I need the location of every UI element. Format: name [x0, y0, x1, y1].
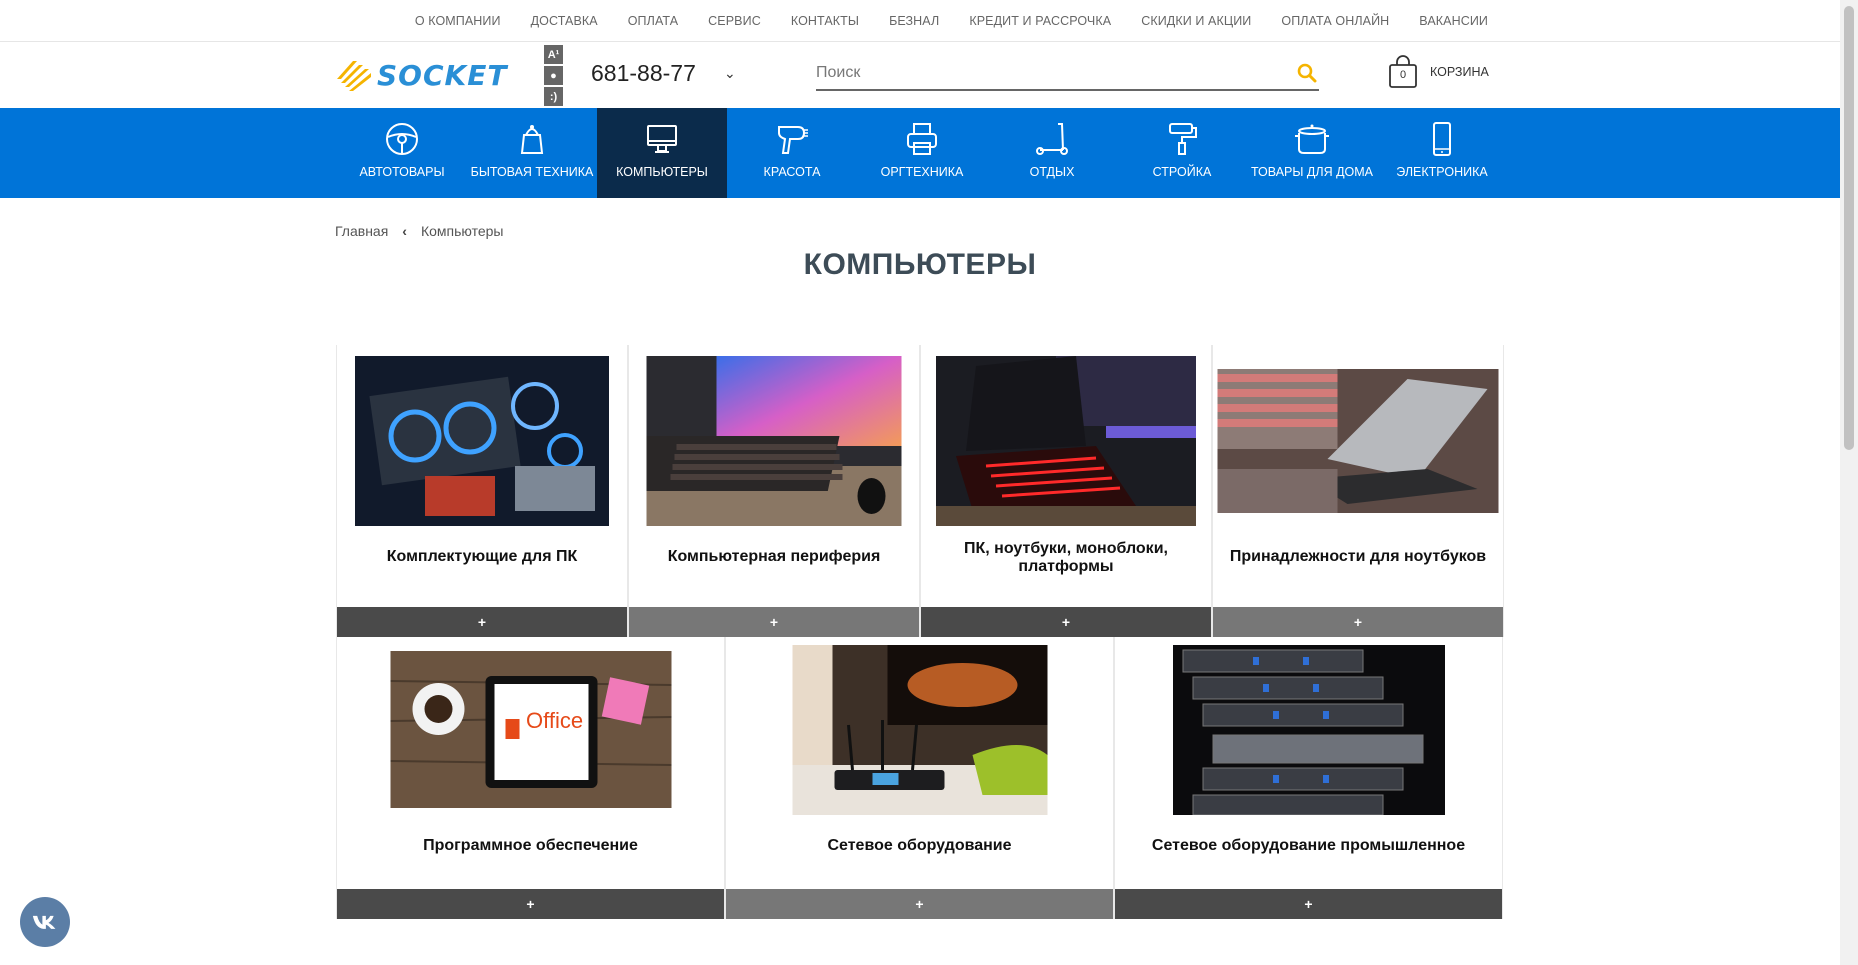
top-link-service[interactable]: СЕРВИС: [708, 14, 761, 28]
top-link-delivery[interactable]: ДОСТАВКА: [531, 14, 598, 28]
nav-label: АВТОТОВАРЫ: [359, 165, 445, 179]
top-links: О КОМПАНИИ ДОСТАВКА ОПЛАТА СЕРВИС КОНТАК…: [415, 14, 1488, 28]
search-input[interactable]: [816, 59, 1276, 87]
socket-logo-icon: [337, 61, 371, 91]
category-image-industrial-network: [1172, 645, 1445, 815]
category-grid-row1: Комплектующие для ПК + Компьютерная пери…: [336, 345, 1504, 637]
scrollbar-thumb[interactable]: [1844, 6, 1854, 450]
category-image-components: [355, 356, 609, 526]
expand-button[interactable]: +: [337, 607, 627, 637]
category-name: ПК, ноутбуки, моноблоки, платформы: [964, 540, 1168, 575]
kettle-icon: [520, 125, 544, 154]
scooter-icon: [1036, 123, 1068, 155]
cart-label: КОРЗИНА: [1430, 65, 1489, 79]
nav-item-appliances[interactable]: БЫТОВАЯ ТЕХНИКА: [467, 108, 597, 198]
page-title: КОМПЬЮТЕРЫ: [803, 248, 1037, 281]
breadcrumb-home[interactable]: Главная: [335, 223, 388, 239]
category-image-peripherals: [646, 356, 902, 526]
nav-label: ЭЛЕКТРОНИКА: [1396, 165, 1488, 179]
printer-icon: [907, 123, 937, 155]
category-card-components[interactable]: Комплектующие для ПК +: [336, 345, 628, 637]
paint-roller-icon: [1169, 123, 1197, 155]
nav-label: ОТДЫХ: [1029, 165, 1075, 179]
search-icon[interactable]: [1297, 63, 1317, 83]
category-name: Компьютерная периферия: [667, 548, 881, 565]
nav-item-home[interactable]: ТОВАРЫ ДЛЯ ДОМА: [1247, 108, 1377, 198]
pot-icon: [1295, 124, 1329, 154]
nav-item-construction[interactable]: СТРОЙКА: [1117, 108, 1247, 198]
logo-text: SOCKET: [377, 58, 508, 92]
office-logo-text: Office: [526, 708, 584, 733]
category-image-notebook-accessories: [1217, 369, 1499, 513]
category-name: Сетевое оборудование: [827, 837, 1012, 854]
cart-icon: 0: [1388, 55, 1418, 89]
operator-a1-icon: A¹: [544, 45, 563, 64]
nav-item-leisure[interactable]: ОТДЫХ: [987, 108, 1117, 198]
top-link-cashless[interactable]: БЕЗНАЛ: [889, 14, 939, 28]
nav-item-beauty[interactable]: КРАСОТА: [727, 108, 857, 198]
top-link-payment[interactable]: ОПЛАТА: [628, 14, 678, 28]
category-image-network: [792, 645, 1047, 815]
category-card-network[interactable]: Сетевое оборудование +: [725, 637, 1114, 919]
category-nav: АВТОТОВАРЫ БЫТОВАЯ ТЕХНИКА КОМПЬЮТЕРЫ КР…: [0, 108, 1840, 198]
category-grid-row2: Office Программное обеспечение + Сетевое…: [336, 637, 1504, 919]
top-link-about[interactable]: О КОМПАНИИ: [415, 14, 501, 28]
expand-button[interactable]: +: [921, 607, 1211, 637]
nav-label: ОРГТЕХНИКА: [880, 165, 964, 179]
top-links-bar: О КОМПАНИИ ДОСТАВКА ОПЛАТА СЕРВИС КОНТАК…: [0, 0, 1840, 42]
cart[interactable]: 0 КОРЗИНА: [1388, 55, 1489, 89]
chevron-down-icon[interactable]: ⌄: [724, 65, 736, 82]
cart-count: 0: [1399, 69, 1407, 81]
category-name: Программное обеспечение: [423, 837, 638, 854]
category-card-peripherals[interactable]: Компьютерная периферия +: [628, 345, 920, 637]
category-name: Комплектующие для ПК: [386, 548, 578, 565]
hair-dryer-icon: [778, 126, 808, 154]
expand-button[interactable]: +: [337, 889, 724, 919]
category-name: Принадлежности для ноутбуков: [1229, 548, 1487, 565]
smartphone-icon: [1433, 122, 1451, 156]
nav-item-computers[interactable]: КОМПЬЮТЕРЫ: [597, 108, 727, 198]
top-link-online-payment[interactable]: ОПЛАТА ОНЛАЙН: [1281, 14, 1389, 28]
operator-smile-icon: :): [544, 87, 563, 106]
top-link-discounts[interactable]: СКИДКИ И АКЦИИ: [1141, 14, 1251, 28]
monitor-icon: [647, 125, 677, 153]
nav-item-auto[interactable]: АВТОТОВАРЫ: [337, 108, 467, 198]
category-card-notebook-accessories[interactable]: Принадлежности для ноутбуков +: [1212, 345, 1504, 637]
nav-item-office[interactable]: ОРГТЕХНИКА: [857, 108, 987, 198]
category-image-pc-laptops: [936, 356, 1196, 526]
page-scrollbar[interactable]: [1840, 0, 1858, 965]
nav-label: КРАСОТА: [763, 165, 821, 179]
category-card-software[interactable]: Office Программное обеспечение +: [336, 637, 725, 919]
top-link-contacts[interactable]: КОНТАКТЫ: [791, 14, 859, 28]
header: SOCKET A¹ ● :) 681-88-77 ⌄ 0 КОРЗИНА: [0, 43, 1840, 107]
expand-button[interactable]: +: [1115, 889, 1502, 919]
vk-social-button[interactable]: [20, 897, 70, 947]
search-box: [816, 59, 1319, 91]
nav-label: КОМПЬЮТЕРЫ: [616, 165, 708, 179]
steering-wheel-icon: [386, 123, 418, 155]
category-image-software: Office: [390, 651, 671, 808]
category-card-pc-laptops[interactable]: ПК, ноутбуки, моноблоки, платформы +: [920, 345, 1212, 637]
top-link-credit[interactable]: КРЕДИТ И РАССРОЧКА: [969, 14, 1111, 28]
nav-label: СТРОЙКА: [1152, 165, 1212, 179]
breadcrumb-current: Компьютеры: [420, 223, 504, 239]
breadcrumb: Главная ‹ Компьютеры: [335, 223, 504, 239]
top-link-vacancies[interactable]: ВАКАНСИИ: [1419, 14, 1488, 28]
expand-button[interactable]: +: [726, 889, 1113, 919]
category-name: Сетевое оборудование промышленное: [1151, 837, 1466, 854]
phone-number[interactable]: 681-88-77: [591, 60, 696, 87]
logo[interactable]: SOCKET: [335, 57, 507, 93]
expand-button[interactable]: +: [629, 607, 919, 637]
nav-label: БЫТОВАЯ ТЕХНИКА: [470, 165, 594, 179]
chevron-left-icon: ‹: [402, 223, 407, 239]
nav-label: ТОВАРЫ ДЛЯ ДОМА: [1250, 165, 1374, 179]
category-card-industrial-network[interactable]: Сетевое оборудование промышленное +: [1114, 637, 1503, 919]
nav-item-electronics[interactable]: ЭЛЕКТРОНИКА: [1377, 108, 1507, 198]
vk-icon: [32, 915, 56, 929]
expand-button[interactable]: +: [1213, 607, 1503, 637]
operator-drop-icon: ●: [544, 66, 563, 85]
operator-icons: A¹ ● :): [544, 45, 564, 106]
